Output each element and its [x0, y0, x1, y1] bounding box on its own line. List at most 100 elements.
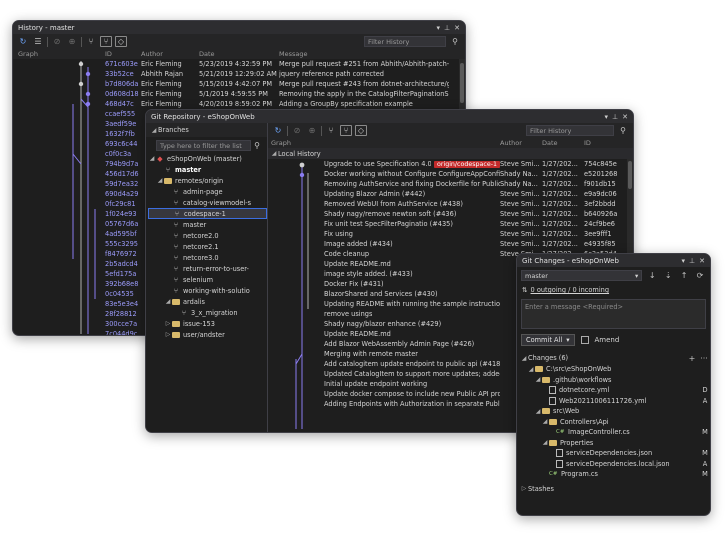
stage-all-icon[interactable]: +: [686, 353, 698, 364]
branch-tree-item[interactable]: ◢ ◆ eShopOnWeb (master): [148, 153, 267, 164]
search-icon[interactable]: ⚲: [251, 140, 263, 151]
collapse-icon[interactable]: ◢: [527, 366, 535, 373]
stashes-header[interactable]: ▷ Stashes: [517, 484, 710, 494]
table-row[interactable]: 671c603e Eric Fleming 5/23/2019 4:32:59 PM…: [105, 59, 457, 69]
branch-tree-item[interactable]: ⑂ netcore2.1: [148, 241, 267, 252]
branch-graph-icon[interactable]: ⑂: [85, 36, 97, 47]
column-id[interactable]: ID: [105, 50, 141, 58]
branch-tree-item[interactable]: ⑂ selenium: [148, 274, 267, 285]
column-author[interactable]: Author: [500, 139, 542, 147]
tag-icon[interactable]: ◇: [115, 36, 127, 47]
branch-tree-item[interactable]: ⑂ netcore2.0: [148, 230, 267, 241]
changed-file-item[interactable]: C# ImageController.cs M: [520, 427, 710, 438]
local-branch-icon[interactable]: ⑂: [100, 36, 112, 47]
table-row[interactable]: Docker working without Configure Configu…: [324, 169, 625, 179]
branch-tree-item[interactable]: ⑂ working-with-solutio: [148, 285, 267, 296]
expand-icon[interactable]: ▷: [164, 320, 172, 327]
branch-tree-item[interactable]: ⑂ netcore3.0: [148, 252, 267, 263]
dropdown-icon[interactable]: ▾: [682, 257, 686, 265]
search-icon[interactable]: ⚲: [449, 36, 461, 47]
search-commit-icon[interactable]: ⊕: [66, 36, 78, 47]
table-row[interactable]: Image added (#434) Steve Smi... 1/27/202..…: [324, 239, 625, 249]
table-row[interactable]: Removed WebUI from AuthService (#438) Ste…: [324, 199, 625, 209]
collapse-icon[interactable]: ◢: [541, 439, 549, 446]
push-icon[interactable]: ↑: [678, 270, 690, 281]
table-row[interactable]: 0d608d18 Eric Fleming 5/1/2019 4:59:55 PM R…: [105, 89, 457, 99]
amend-checkbox[interactable]: [580, 336, 589, 344]
branch-tree-item[interactable]: ▷ issue-153: [148, 318, 267, 329]
expand-icon[interactable]: ◢: [156, 177, 164, 184]
table-row[interactable]: 33b52ce Abhith Rajan 5/21/2019 12:29:02 AM…: [105, 69, 457, 79]
expand-icon[interactable]: ▷: [164, 331, 172, 338]
branch-tree-item[interactable]: ▷ user/andster: [148, 329, 267, 340]
compare-icon[interactable]: ⊘: [51, 36, 63, 47]
changed-file-item[interactable]: ◢ Controllers\Api: [520, 417, 710, 428]
dropdown-icon[interactable]: ▾: [437, 24, 441, 32]
branch-filter-input[interactable]: Type here to filter the list: [156, 140, 251, 151]
collapse-icon[interactable]: ◢: [150, 127, 158, 134]
collapse-icon[interactable]: ◢: [534, 408, 542, 415]
fetch-icon[interactable]: ↓: [646, 270, 658, 281]
branch-tree-item[interactable]: ⑂ master: [148, 219, 267, 230]
changed-file-item[interactable]: ◢ src\Web: [520, 406, 710, 417]
dropdown-icon[interactable]: ▾: [605, 113, 609, 121]
close-icon[interactable]: ✕: [622, 113, 628, 121]
expand-icon[interactable]: ◢: [164, 298, 172, 305]
collapse-icon[interactable]: ◢: [534, 376, 542, 383]
sync-status-link[interactable]: 0 outgoing / 0 incoming: [531, 286, 610, 294]
collapse-icon[interactable]: ◢: [270, 150, 278, 157]
changed-file-item[interactable]: dotnetcore.yml D: [520, 385, 710, 396]
changes-header[interactable]: ◢ Changes (6) + ···: [517, 352, 710, 364]
column-date[interactable]: Date: [542, 139, 584, 147]
pin-icon[interactable]: ⊥: [612, 113, 618, 121]
more-options-icon[interactable]: ···: [698, 353, 710, 364]
branch-tree-item[interactable]: ⑂ master: [148, 164, 267, 175]
history-scroll-thumb[interactable]: [460, 63, 464, 103]
local-branch-icon[interactable]: ⑂: [340, 125, 352, 136]
changed-file-item[interactable]: ◢ .github\workflows: [520, 375, 710, 386]
sync-icon[interactable]: ⟳: [694, 270, 706, 281]
branch-select[interactable]: master ▾: [521, 270, 643, 281]
branches-header[interactable]: ◢ Branches: [146, 123, 267, 137]
changed-file-item[interactable]: C# Program.cs M: [520, 469, 710, 480]
expand-icon[interactable]: ◢: [148, 155, 156, 162]
branch-tree-item[interactable]: ⑂ catalog-viewmodel-s: [148, 197, 267, 208]
collapse-icon[interactable]: ◢: [520, 355, 528, 362]
branch-graph-icon[interactable]: ⑂: [325, 125, 337, 136]
changed-file-item[interactable]: serviceDependencies.json M: [520, 448, 710, 459]
table-row[interactable]: Upgrade to use Specification 4.0.... orig…: [324, 159, 625, 169]
branch-tree-item[interactable]: ◢ ardalis: [148, 296, 267, 307]
table-row[interactable]: Fix unit test SpecFilterPaginatio (#435)…: [324, 219, 625, 229]
expand-icon[interactable]: ▷: [520, 485, 528, 492]
list-icon[interactable]: ☰: [32, 36, 44, 47]
column-message[interactable]: Message: [279, 50, 449, 58]
column-id[interactable]: ID: [584, 139, 624, 147]
table-row[interactable]: Updating Blazor Admin (#442) Steve Smi...…: [324, 189, 625, 199]
table-row[interactable]: Removing AuthService and fixing Dockerfi…: [324, 179, 625, 189]
column-graph[interactable]: Graph: [268, 139, 500, 147]
branch-tree-item[interactable]: ⑂ admin-page: [148, 186, 267, 197]
commit-all-button[interactable]: Commit All ▾: [521, 334, 575, 346]
changed-file-item[interactable]: Web20211006111726.yml A: [520, 396, 710, 407]
search-icon[interactable]: ⚲: [617, 125, 629, 136]
pull-icon[interactable]: ⇣: [662, 270, 674, 281]
collapse-icon[interactable]: ◢: [541, 418, 549, 425]
table-row[interactable]: Shady nagy/remove newton soft (#436) Stev…: [324, 209, 625, 219]
refresh-icon[interactable]: ↻: [17, 36, 29, 47]
branch-tree-item[interactable]: ⑂ return-error-to-user-: [148, 263, 267, 274]
commit-message-input[interactable]: Enter a message <Required>: [521, 299, 706, 329]
local-history-header[interactable]: ◢ Local History: [268, 148, 633, 159]
repo-filter-input[interactable]: Filter History: [526, 125, 614, 136]
close-icon[interactable]: ✕: [454, 24, 460, 32]
compare-icon[interactable]: ⊘: [291, 125, 303, 136]
table-row[interactable]: 468d47c Eric Fleming 4/20/2019 8:59:02 PM A…: [105, 99, 457, 109]
table-row[interactable]: Fix using Steve Smi... 1/27/202... 3ee9fff1: [324, 229, 625, 239]
column-graph[interactable]: Graph: [13, 50, 105, 58]
branch-tree-item[interactable]: ⑂ codespace-1: [148, 208, 267, 219]
commit-scroll-thumb[interactable]: [628, 161, 632, 189]
pin-icon[interactable]: ⊥: [689, 257, 695, 265]
search-commit-icon[interactable]: ⊕: [306, 125, 318, 136]
changed-file-item[interactable]: ◢ Properties: [520, 438, 710, 449]
column-author[interactable]: Author: [141, 50, 199, 58]
column-date[interactable]: Date: [199, 50, 279, 58]
